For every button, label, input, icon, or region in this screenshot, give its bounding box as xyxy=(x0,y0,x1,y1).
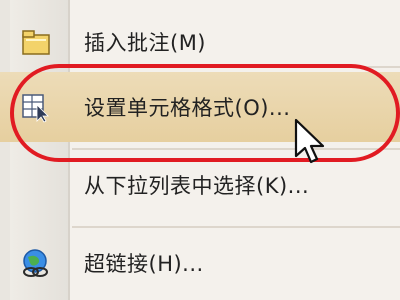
menu-separator xyxy=(72,148,400,150)
menu-separator xyxy=(72,66,400,68)
comment-folder-icon xyxy=(20,26,52,58)
globe-link-icon xyxy=(20,247,52,279)
menu-item-format-cells[interactable]: 设置单元格格式(O)... xyxy=(0,72,400,142)
menu-item-label: 插入批注(M) xyxy=(84,31,207,55)
menu-item-label: 设置单元格格式(O)... xyxy=(84,96,291,120)
menu-item-pick-from-list[interactable]: 从下拉列表中选择(K)... xyxy=(0,160,400,210)
mouse-pointer-icon xyxy=(292,118,330,166)
menu-separator xyxy=(72,226,400,228)
format-cells-icon xyxy=(20,91,52,123)
menu-item-label: 从下拉列表中选择(K)... xyxy=(84,174,310,198)
menu-item-label: 超链接(H)... xyxy=(84,252,204,276)
menu-item-insert-comment[interactable]: 插入批注(M) xyxy=(0,17,400,67)
menu-item-hyperlink[interactable]: 超链接(H)... xyxy=(0,238,400,288)
